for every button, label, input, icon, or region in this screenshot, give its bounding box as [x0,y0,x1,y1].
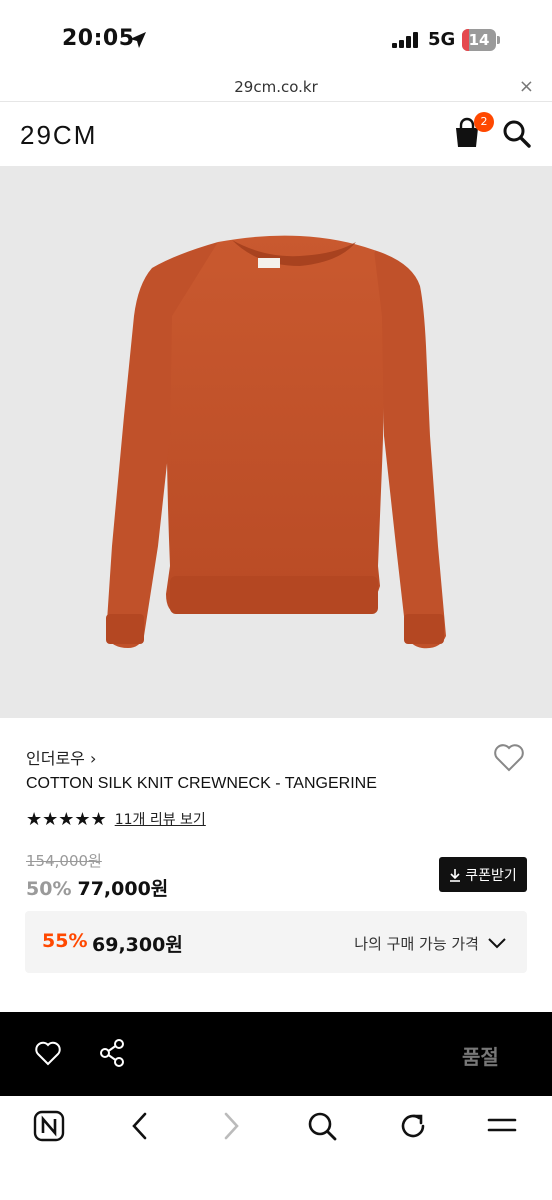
coupon-button[interactable]: 쿠폰받기 [439,857,527,892]
cart-count-badge: 2 [474,112,494,132]
refresh-icon[interactable] [397,1110,429,1142]
best-price-label: 나의 구매 가능 가격 [354,935,479,953]
best-discount-percent: 55% [42,930,88,952]
naver-home-icon[interactable] [33,1110,65,1142]
download-icon [450,868,461,882]
product-title: COTTON SILK KNIT CREWNECK - TANGERINE [26,775,377,792]
menu-icon[interactable] [486,1110,518,1142]
rating-stars: ★★★★★ [26,808,107,830]
battery-level: 14 [468,31,490,49]
site-header: 29CM 2 [0,103,552,165]
sold-out-label: 품절 [462,1045,499,1069]
browser-toolbar [0,1096,552,1200]
sale-price: 77,000원 [77,878,169,900]
share-icon[interactable] [98,1038,126,1068]
back-icon[interactable] [124,1110,156,1142]
discount-percent: 50% [26,878,72,900]
sweater-image [106,235,446,649]
battery-icon: 14 [462,29,500,51]
rating-row: ★★★★★ 11개 리뷰 보기 [26,808,206,830]
status-time: 20:05 [62,26,135,51]
status-bar: 20:05 5G 14 [0,0,552,72]
search-icon[interactable] [502,119,532,149]
coupon-button-label: 쿠폰받기 [465,867,517,884]
forward-icon[interactable] [215,1110,247,1142]
url-bar[interactable]: 29cm.co.kr × [0,72,552,102]
heart-icon[interactable] [34,1040,62,1068]
close-icon[interactable]: × [519,76,534,97]
review-link[interactable]: 11개 리뷰 보기 [115,809,206,829]
best-price: 69,300원 [92,934,183,956]
brand-link[interactable]: 인더로우 › [26,745,96,769]
search-icon[interactable] [306,1110,338,1142]
chevron-down-icon[interactable] [487,933,507,953]
url-text[interactable]: 29cm.co.kr [0,78,552,96]
site-logo[interactable]: 29CM [20,120,97,151]
signal-icon [392,32,418,48]
sale-price-row: 50% 77,000원 [26,874,168,901]
original-price: 154,000원 [26,852,102,870]
heart-icon[interactable] [492,742,526,774]
location-arrow-icon [130,32,146,48]
network-type: 5G [428,29,456,50]
product-image[interactable] [0,166,552,718]
action-bar: 품절 [0,1012,552,1096]
best-price-box[interactable]: 55% 69,300원 나의 구매 가능 가격 [25,911,527,973]
